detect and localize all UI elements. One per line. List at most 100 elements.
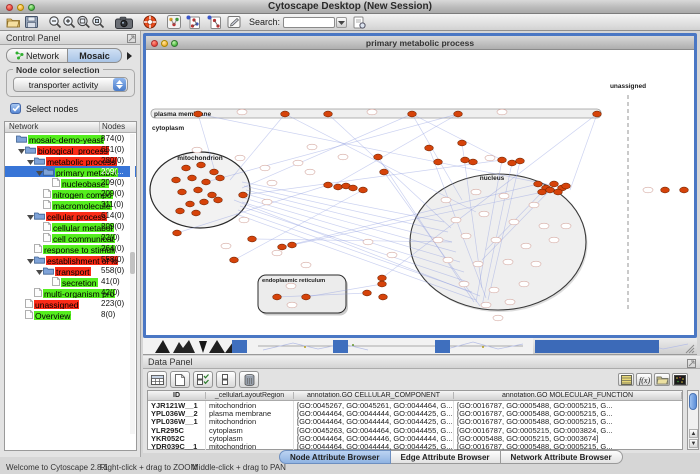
network-node[interactable] xyxy=(554,189,563,195)
network-label-node[interactable] xyxy=(267,180,277,186)
import-attributes-icon[interactable] xyxy=(654,373,670,386)
attribute-matrix-icon[interactable] xyxy=(672,373,688,386)
tree-col-nodes[interactable]: Nodes xyxy=(100,122,136,132)
network-node[interactable] xyxy=(202,179,211,185)
network-node[interactable] xyxy=(194,187,203,193)
network-edge[interactable] xyxy=(206,114,458,182)
network-label-node[interactable] xyxy=(307,144,317,150)
network-node[interactable] xyxy=(324,111,333,117)
table-column-header[interactable]: annotation.GO MOLECULAR_FUNCTION xyxy=(454,392,682,399)
network-label-node[interactable] xyxy=(293,160,303,166)
network-label-node[interactable] xyxy=(473,261,483,267)
tree-row[interactable]: primary metabol209(... xyxy=(5,166,136,177)
network-label-node[interactable] xyxy=(503,259,513,265)
tree-row[interactable]: transport558(0) xyxy=(5,265,136,276)
formula-fx-icon[interactable]: f(x) xyxy=(636,373,652,386)
tree-row[interactable]: metabolic process280(0) xyxy=(5,155,136,166)
network-label-node[interactable] xyxy=(497,109,507,115)
import-network-icon[interactable] xyxy=(185,15,200,30)
tree-row[interactable]: establishment of lo558(0) xyxy=(5,254,136,265)
network-label-node[interactable] xyxy=(549,237,559,243)
network-label-node[interactable] xyxy=(479,211,489,217)
network-label-node[interactable] xyxy=(443,257,453,263)
network-label-node[interactable] xyxy=(239,217,249,223)
tree-row[interactable]: Overview8(0) xyxy=(5,309,136,320)
network-node[interactable] xyxy=(534,181,543,187)
search-dropdown-button[interactable] xyxy=(336,17,347,28)
network-label-node[interactable] xyxy=(491,237,501,243)
network-node[interactable] xyxy=(516,158,525,164)
network-node[interactable] xyxy=(461,157,470,163)
network-node[interactable] xyxy=(374,154,383,160)
network-node[interactable] xyxy=(239,192,248,198)
network-label-node[interactable] xyxy=(539,223,549,229)
network-edge[interactable] xyxy=(570,114,597,190)
network-label-node[interactable] xyxy=(272,250,282,256)
network-label-node[interactable] xyxy=(451,217,461,223)
network-node[interactable] xyxy=(550,181,559,187)
network-node[interactable] xyxy=(278,244,287,250)
network-node[interactable] xyxy=(498,157,507,163)
network-label-node[interactable] xyxy=(521,243,531,249)
tree-row[interactable]: nitrogen compo209(0) xyxy=(5,188,136,199)
tab-overflow-arrow[interactable] xyxy=(126,47,133,65)
network-label-node[interactable] xyxy=(509,219,519,225)
network-window-titlebar[interactable]: primary metabolic process xyxy=(146,36,694,50)
network-node[interactable] xyxy=(538,189,547,195)
net-close-button[interactable] xyxy=(151,40,158,47)
expander-icon[interactable] xyxy=(26,155,34,166)
network-label-node[interactable] xyxy=(499,193,509,199)
zoom-window-button[interactable] xyxy=(28,4,35,11)
network-node[interactable] xyxy=(176,208,185,214)
network-label-node[interactable] xyxy=(643,187,653,193)
network-node[interactable] xyxy=(188,175,197,181)
delete-attribute-icon[interactable] xyxy=(239,371,259,388)
network-label-node[interactable] xyxy=(338,154,348,160)
network-label-node[interactable] xyxy=(260,165,270,171)
tree-scrollbar[interactable] xyxy=(130,134,135,434)
expander-icon[interactable] xyxy=(17,144,25,155)
network-label-node[interactable] xyxy=(519,281,529,287)
network-node[interactable] xyxy=(508,160,517,166)
node-color-dropdown[interactable]: transporter activity xyxy=(13,77,128,92)
network-node[interactable] xyxy=(546,187,555,193)
new-attribute-icon[interactable] xyxy=(170,371,190,388)
network-node[interactable] xyxy=(230,257,239,263)
tree-row[interactable]: cellular process614(0) xyxy=(5,210,136,221)
network-node[interactable] xyxy=(680,187,689,193)
network-node[interactable] xyxy=(210,169,219,175)
float-panel-icon[interactable] xyxy=(121,34,136,45)
expander-icon[interactable] xyxy=(26,254,34,265)
network-label-node[interactable] xyxy=(481,302,491,308)
network-label-node[interactable] xyxy=(505,299,515,305)
tree-row[interactable]: macromolecule311(0) xyxy=(5,199,136,210)
network-label-node[interactable] xyxy=(441,197,451,203)
close-button[interactable] xyxy=(6,4,13,11)
network-label-node[interactable] xyxy=(305,169,315,175)
network-node[interactable] xyxy=(192,210,201,216)
tree-row[interactable]: cellular metabol209(0) xyxy=(5,221,136,232)
network-node[interactable] xyxy=(469,159,478,165)
network-node[interactable] xyxy=(302,294,311,300)
network-node[interactable] xyxy=(273,294,282,300)
network-label-node[interactable] xyxy=(237,109,247,115)
network-node[interactable] xyxy=(434,159,443,165)
network-edge[interactable] xyxy=(230,114,285,180)
table-column-header[interactable]: annotation.GO CELLULAR_COMPONENT xyxy=(294,392,454,399)
select-attributes-icon[interactable] xyxy=(193,371,213,388)
network-edge[interactable] xyxy=(242,114,412,188)
attribute-table-icon[interactable] xyxy=(147,371,167,388)
minimize-button[interactable] xyxy=(17,4,24,11)
unselect-attributes-icon[interactable] xyxy=(216,371,236,388)
network-node[interactable] xyxy=(349,185,358,191)
network-node[interactable] xyxy=(334,184,343,190)
network-label-node[interactable] xyxy=(529,202,539,208)
attribute-list-icon[interactable] xyxy=(618,373,634,386)
network-node[interactable] xyxy=(182,165,191,171)
tab-mosaic[interactable]: Mosaic xyxy=(68,48,122,63)
table-column-header[interactable]: _cellularLayoutRegion xyxy=(206,392,294,399)
open-session-icon[interactable] xyxy=(6,15,21,30)
network-node[interactable] xyxy=(378,275,387,281)
net-zoom-button[interactable] xyxy=(171,40,178,47)
network-node[interactable] xyxy=(216,175,225,181)
